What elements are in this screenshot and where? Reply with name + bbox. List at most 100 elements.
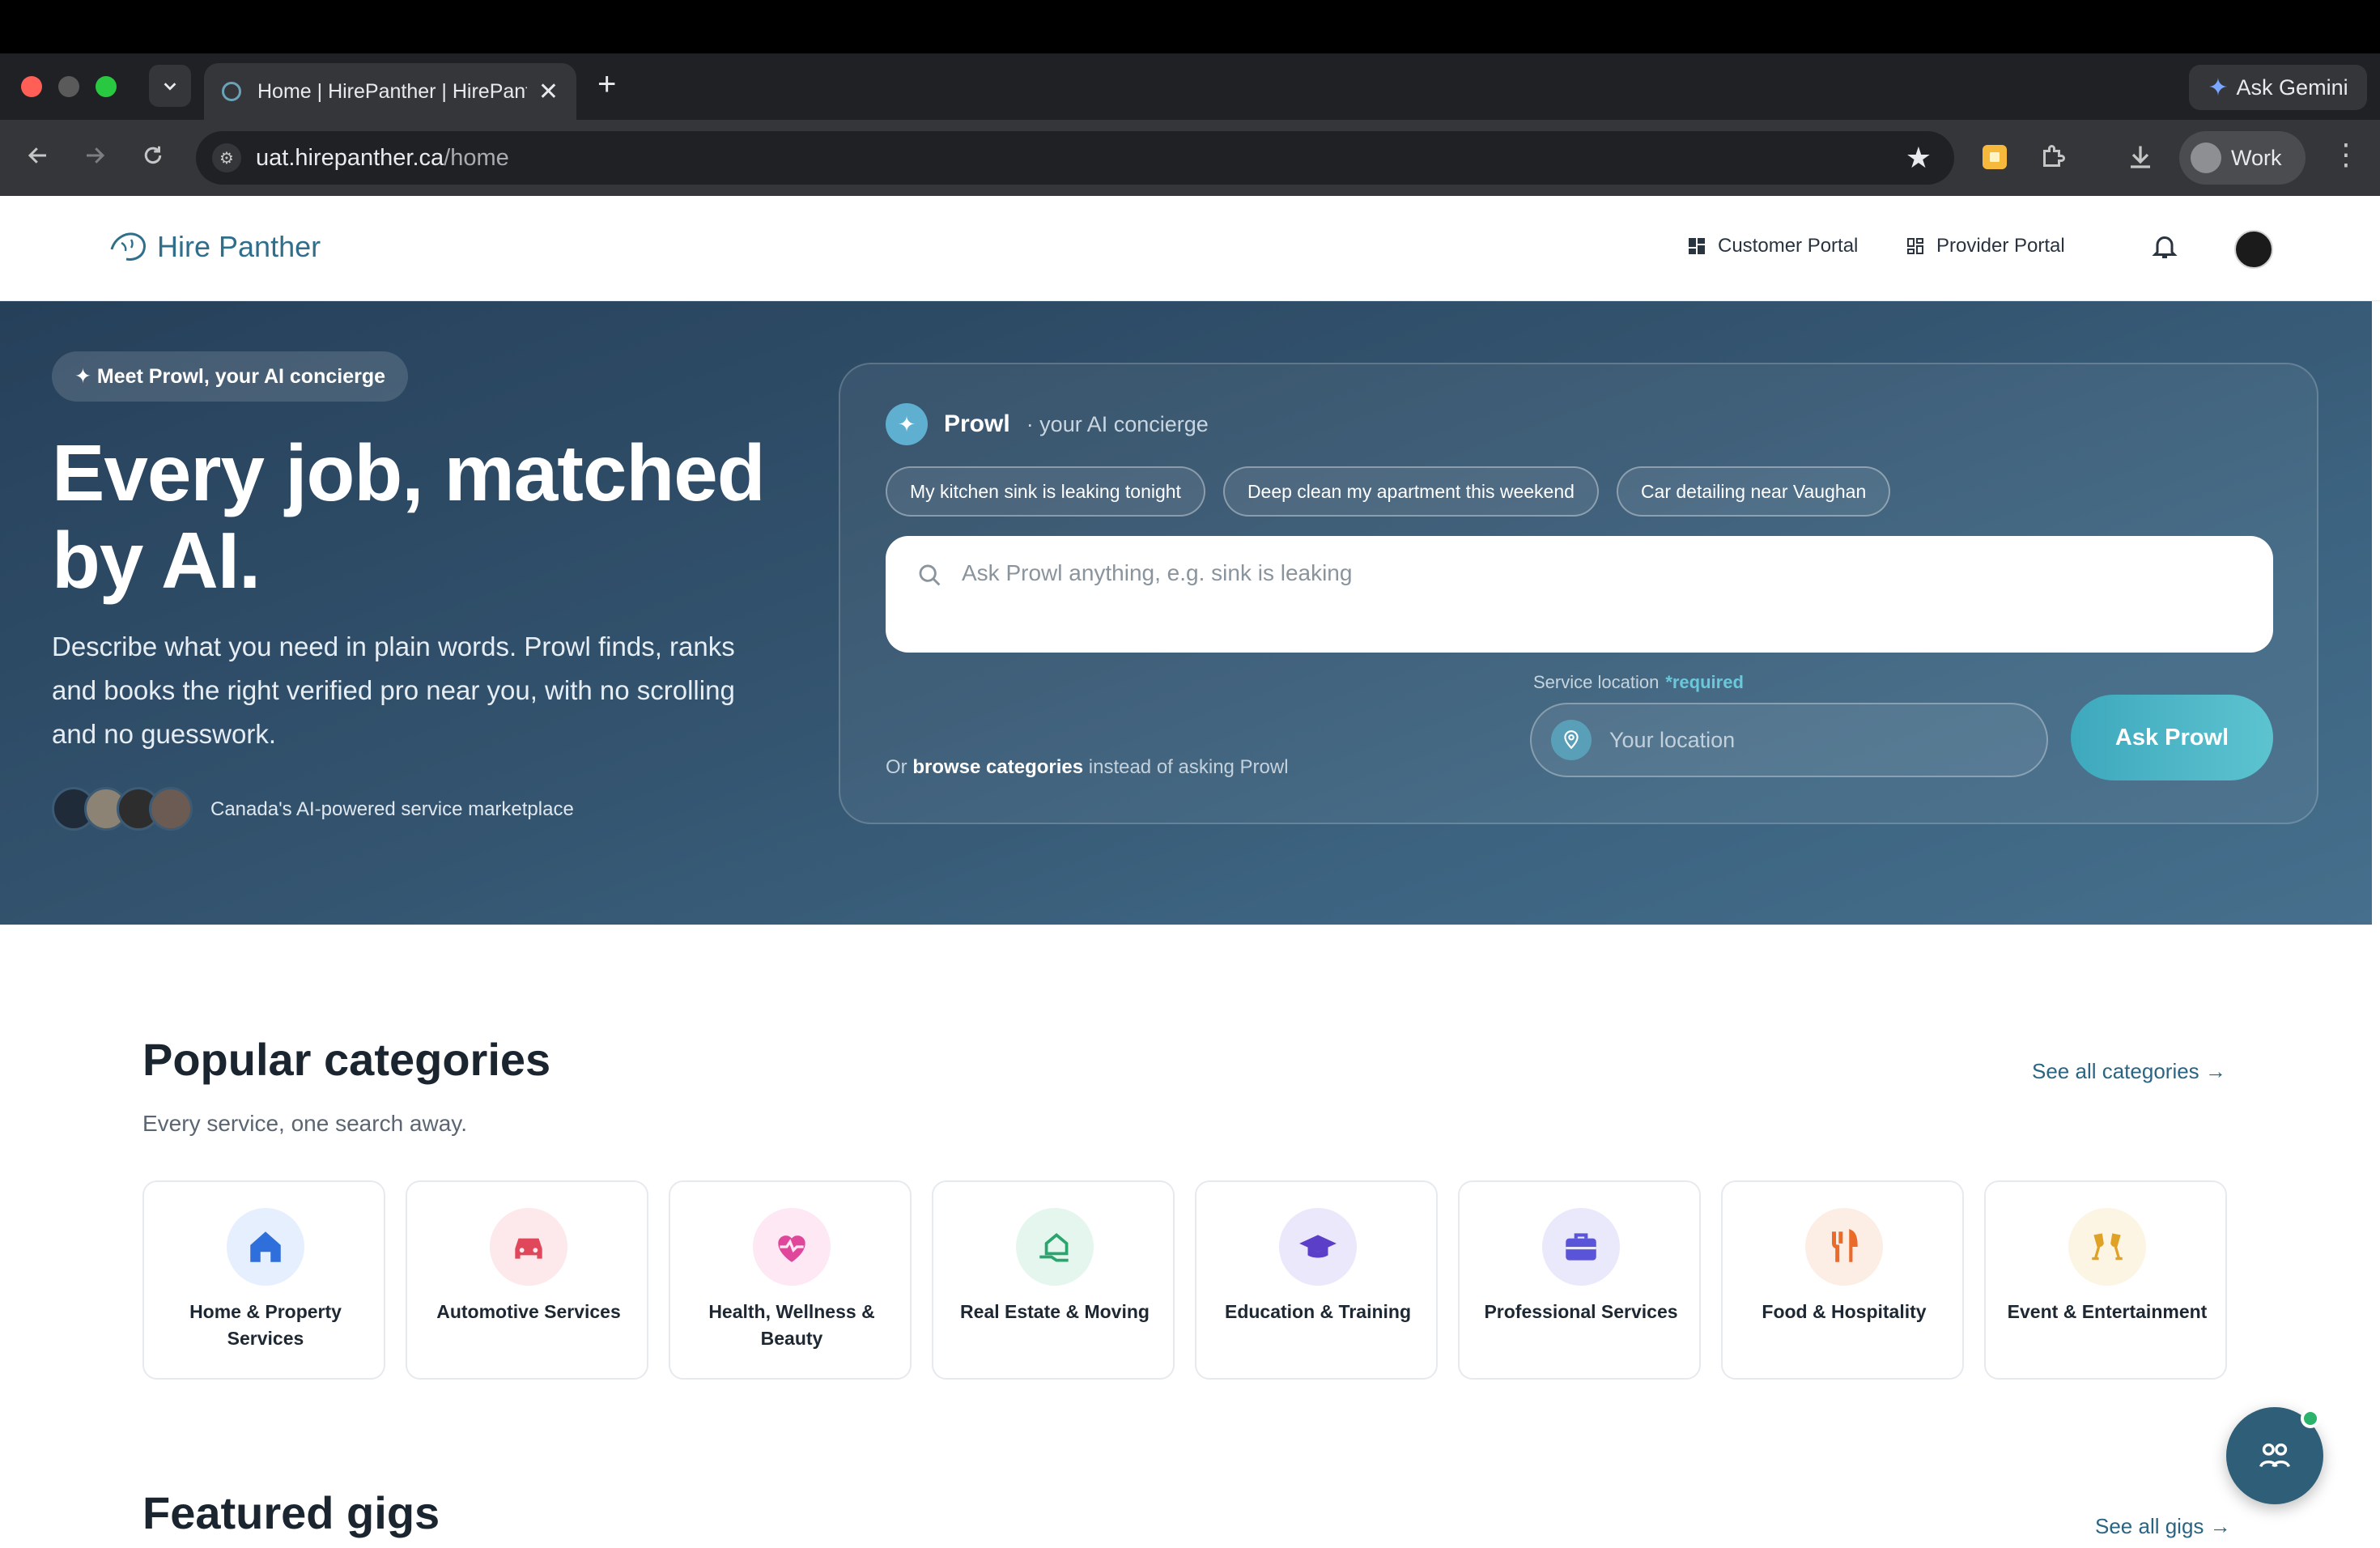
bookmark-star-icon[interactable]: ★ xyxy=(1906,141,1932,175)
house-icon xyxy=(250,1231,281,1262)
browser-tab-active[interactable]: Home | HirePanther | HirePanther ✕ xyxy=(204,63,576,120)
gemini-sparkle-icon: ✦ xyxy=(2208,74,2229,101)
search-icon xyxy=(919,564,941,586)
prowl-tagline: · your AI concierge xyxy=(1026,411,1209,436)
location-pin-icon xyxy=(1551,720,1592,760)
arrow-right-icon xyxy=(87,147,105,164)
categories-title: Popular categories xyxy=(142,1034,551,1085)
prowl-search-box[interactable] xyxy=(886,536,2273,653)
category-icon-circle xyxy=(1016,1208,1094,1286)
profile-label: Work xyxy=(2231,145,2282,170)
hirepanther-logo[interactable]: Hire Panther xyxy=(107,227,321,267)
forward-button[interactable] xyxy=(74,138,115,178)
prowl-card: ✦ Prowl · your AI concierge My kitchen s… xyxy=(839,363,2318,824)
os-menu-bar xyxy=(0,0,2380,53)
url-host: uat.hirepanther.ca xyxy=(256,144,444,171)
site-favicon-icon xyxy=(222,82,241,101)
see-all-gigs-link[interactable]: See all gigs → xyxy=(2095,1514,2231,1539)
provider-portal-link[interactable]: Provider Portal xyxy=(1906,235,2065,257)
browse-suffix: instead of asking Prowl xyxy=(1088,756,1289,778)
categories-subtitle: Every service, one search away. xyxy=(142,1111,467,1136)
arrow-left-icon xyxy=(28,147,46,164)
notification-bell-icon[interactable] xyxy=(2150,232,2179,261)
location-field[interactable] xyxy=(1530,703,2048,777)
category-icon-circle xyxy=(490,1208,567,1286)
location-input[interactable] xyxy=(1609,727,2014,753)
hero-subtitle: Describe what you need in plain words. P… xyxy=(52,632,735,749)
grid-outline-icon xyxy=(1907,238,1923,254)
ask-gemini-label: Ask Gemini xyxy=(2236,74,2348,100)
profile-button[interactable]: Work xyxy=(2179,131,2306,185)
provider-portal-label: Provider Portal xyxy=(1936,235,2065,257)
browse-prefix: Or xyxy=(886,756,907,778)
category-label: Automotive Services xyxy=(436,1301,621,1322)
user-avatar[interactable] xyxy=(2234,230,2273,269)
suggestion-chip[interactable]: My kitchen sink is leaking tonight xyxy=(886,466,1205,517)
reload-icon xyxy=(144,146,162,164)
extension-yellow-icon[interactable] xyxy=(1980,142,2009,172)
url-text: uat.hirepanther.ca/home xyxy=(256,145,509,172)
new-tab-button[interactable]: + xyxy=(597,68,616,100)
category-icon-circle xyxy=(1279,1208,1357,1286)
category-icon-circle xyxy=(2068,1208,2146,1286)
ask-prowl-button[interactable]: Ask Prowl xyxy=(2071,695,2273,780)
category-label: Event & Entertainment xyxy=(2007,1301,2208,1322)
category-card-food[interactable]: Food & Hospitality xyxy=(1721,1180,1964,1380)
see-all-categories-link[interactable]: See all categories → xyxy=(2032,1059,2226,1084)
suggestion-chips: My kitchen sink is leaking tonight Deep … xyxy=(886,466,1891,517)
back-button[interactable] xyxy=(18,138,58,178)
category-card-home[interactable]: Home & Property Services xyxy=(142,1180,385,1380)
hero-title: Every job, matched by AI. xyxy=(52,428,766,605)
customer-portal-link[interactable]: Customer Portal xyxy=(1687,235,1858,257)
graduation-cap-icon xyxy=(1299,1235,1337,1258)
category-icon-circle xyxy=(1542,1208,1620,1286)
tab-search-button[interactable] xyxy=(149,65,191,107)
hero-section: ✦ Meet Prowl, your AI concierge Every jo… xyxy=(0,301,2372,925)
suggestion-chip[interactable]: Deep clean my apartment this weekend xyxy=(1222,466,1599,517)
meet-prowl-pill: ✦ Meet Prowl, your AI concierge xyxy=(52,351,408,402)
category-label: Food & Hospitality xyxy=(1762,1301,1927,1322)
car-icon xyxy=(515,1238,542,1259)
category-label: Health, Wellness & Beauty xyxy=(708,1301,875,1349)
category-label: Education & Training xyxy=(1224,1301,1411,1322)
reload-button[interactable] xyxy=(133,138,173,178)
minimize-window-button[interactable] xyxy=(58,76,79,97)
ask-gemini-button[interactable]: ✦ Ask Gemini xyxy=(2189,65,2367,110)
avatar-stack xyxy=(52,787,193,831)
utensils-icon xyxy=(1832,1228,1858,1262)
url-path: /home xyxy=(444,144,509,171)
avatar xyxy=(149,787,193,831)
browse-categories-link[interactable]: browse categories xyxy=(912,756,1083,778)
category-card-professional[interactable]: Professional Services xyxy=(1458,1180,1701,1380)
browser-menu-icon[interactable]: ⋮ xyxy=(2331,138,2361,172)
extensions-puzzle-icon[interactable] xyxy=(2038,142,2068,172)
site-info-icon[interactable]: ⚙ xyxy=(212,143,241,172)
category-card-real-estate[interactable]: Real Estate & Moving xyxy=(932,1180,1175,1380)
close-tab-icon[interactable]: ✕ xyxy=(538,78,559,106)
prowl-search-input[interactable] xyxy=(962,560,2176,586)
required-marker: *required xyxy=(1665,672,1744,692)
logo-text: Hire Panther xyxy=(157,230,321,263)
browser-toolbar: ⚙ uat.hirepanther.ca/home ★ Work ⋮ xyxy=(0,120,2380,196)
category-card-health[interactable]: Health, Wellness & Beauty xyxy=(669,1180,912,1380)
site-header: Hire Panther Customer Portal Provider Po… xyxy=(0,196,2380,301)
suggestion-chip[interactable]: Car detailing near Vaughan xyxy=(1616,466,1891,517)
browser-tab-bar: Home | HirePanther | HirePanther ✕ + ✦ A… xyxy=(0,53,2380,120)
category-label: Professional Services xyxy=(1484,1301,1678,1322)
category-label: Real Estate & Moving xyxy=(960,1301,1150,1322)
category-card-education[interactable]: Education & Training xyxy=(1195,1180,1438,1380)
tab-title: Home | HirePanther | HirePanther xyxy=(257,79,527,103)
prowl-header: ✦ Prowl · your AI concierge xyxy=(886,403,1209,445)
address-bar[interactable]: ⚙ uat.hirepanther.ca/home ★ xyxy=(196,131,1954,185)
featured-gigs-title: Featured gigs xyxy=(142,1487,440,1538)
maximize-window-button[interactable] xyxy=(96,76,117,97)
download-icon[interactable] xyxy=(2126,142,2155,172)
category-card-automotive[interactable]: Automotive Services xyxy=(406,1180,648,1380)
close-window-button[interactable] xyxy=(21,76,42,97)
category-card-event[interactable]: Event & Entertainment xyxy=(1984,1180,2227,1380)
location-label-text: Service location xyxy=(1533,672,1660,692)
champagne-icon xyxy=(2092,1233,2123,1261)
panther-logo-icon xyxy=(110,232,146,261)
service-location-label: Service location *required xyxy=(1533,672,1744,693)
users-icon xyxy=(2259,1443,2290,1468)
